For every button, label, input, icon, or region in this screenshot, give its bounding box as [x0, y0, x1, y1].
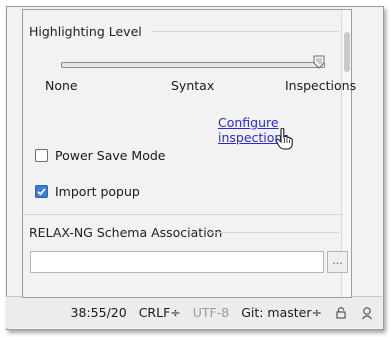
lock-icon[interactable]	[334, 306, 348, 320]
status-bar: 38:55/20 CRLF÷ UTF-8 Git: master÷	[6, 296, 382, 328]
import-popup-label[interactable]: Import popup	[55, 184, 140, 199]
hand-cursor-icon	[275, 127, 293, 153]
import-popup-row[interactable]: Import popup	[35, 184, 140, 199]
browse-button[interactable]: ...	[327, 251, 348, 273]
highlighting-slider-track[interactable]	[61, 62, 325, 68]
section-divider	[208, 232, 339, 233]
encoding-widget[interactable]: UTF-8	[193, 305, 229, 320]
slider-thumb-icon[interactable]	[313, 55, 325, 69]
level-label-syntax[interactable]: Syntax	[171, 78, 214, 93]
level-label-none[interactable]: None	[45, 78, 78, 93]
vcs-branch-widget[interactable]: Git: master÷	[241, 305, 322, 320]
highlighting-popup: Highlighting Level None Syntax Inspectio…	[22, 9, 356, 298]
section-divider	[151, 31, 339, 32]
import-popup-checkbox[interactable]	[35, 185, 48, 198]
power-save-mode-checkbox[interactable]	[35, 149, 48, 162]
line-separator-widget[interactable]: CRLF÷	[139, 305, 181, 320]
scrollbar-thumb[interactable]	[344, 32, 350, 72]
highlighting-level-title: Highlighting Level	[29, 24, 142, 39]
schema-path-input[interactable]	[30, 251, 324, 273]
check-icon	[37, 188, 46, 196]
power-save-mode-row[interactable]: Power Save Mode	[35, 148, 165, 163]
caret-position[interactable]: 38:55/20	[71, 305, 127, 320]
level-label-inspections[interactable]: Inspections	[285, 78, 356, 93]
relaxng-section-title: RELAX-NG Schema Association	[29, 225, 223, 240]
inspector-icon[interactable]	[360, 306, 374, 320]
power-save-mode-label[interactable]: Power Save Mode	[55, 148, 165, 163]
separator-line	[23, 214, 343, 215]
